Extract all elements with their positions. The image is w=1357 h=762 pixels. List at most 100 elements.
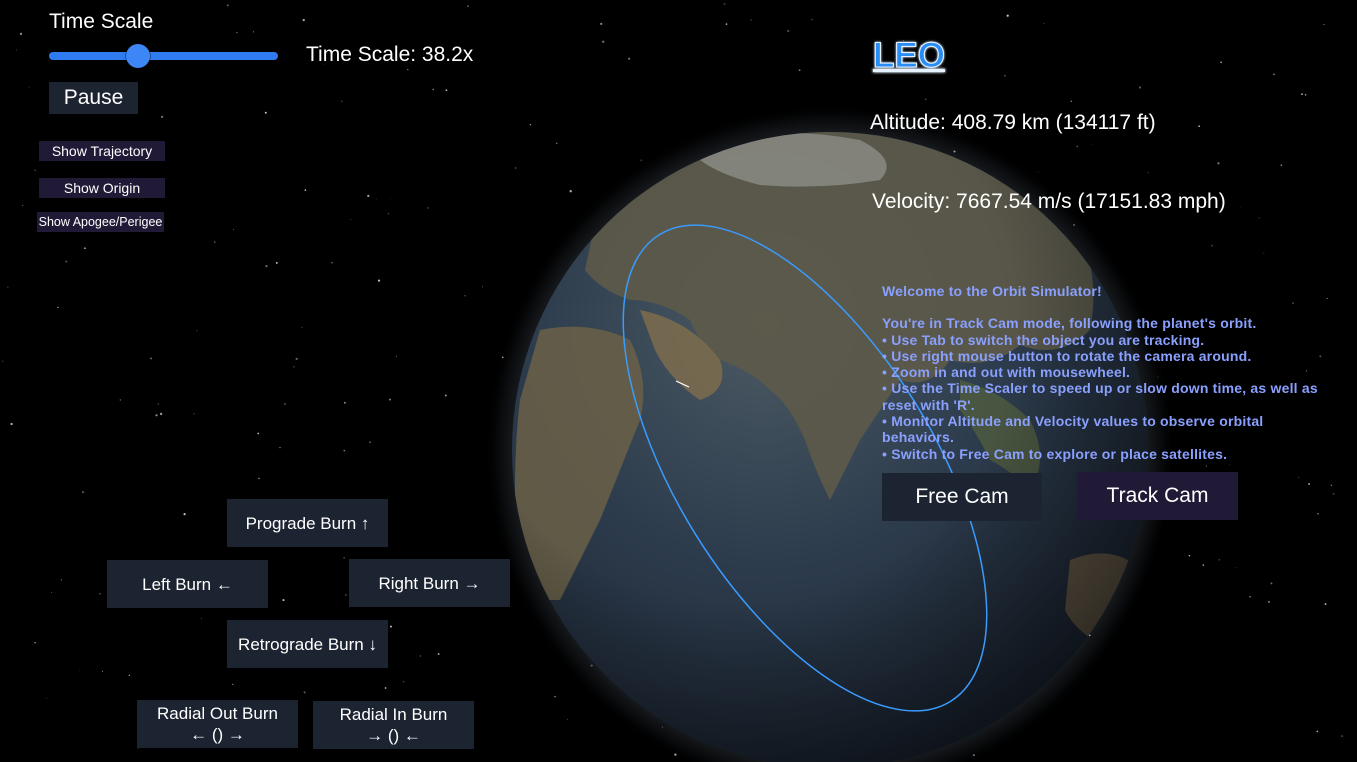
star bbox=[1070, 100, 1073, 103]
star bbox=[725, 92, 726, 93]
star bbox=[377, 279, 381, 282]
star bbox=[1270, 582, 1273, 585]
prograde-burn-button[interactable]: Prograde Burn ↑ bbox=[227, 499, 388, 547]
star bbox=[407, 68, 409, 71]
star bbox=[1273, 73, 1275, 76]
star bbox=[159, 412, 163, 416]
star bbox=[1267, 600, 1271, 604]
welcome-instructions: Welcome to the Orbit Simulator! You're i… bbox=[882, 283, 1332, 462]
star bbox=[265, 264, 268, 268]
star bbox=[60, 579, 62, 581]
star bbox=[402, 680, 405, 683]
star bbox=[390, 625, 392, 628]
star bbox=[343, 449, 346, 452]
star bbox=[340, 100, 343, 103]
star bbox=[344, 593, 347, 596]
star bbox=[750, 19, 752, 21]
star bbox=[1234, 567, 1236, 569]
star bbox=[1211, 245, 1213, 247]
star bbox=[1220, 61, 1222, 64]
welcome-tip: • Switch to Free Cam to explore or place… bbox=[882, 445, 1228, 462]
star bbox=[128, 674, 130, 676]
star bbox=[302, 18, 305, 22]
show-apogee-perigee-button[interactable]: Show Apogee/Perigee bbox=[37, 212, 164, 232]
welcome-tip: • Monitor Altitude and Velocity values t… bbox=[882, 413, 1264, 446]
star bbox=[1280, 164, 1283, 167]
show-origin-button[interactable]: Show Origin bbox=[39, 178, 165, 198]
star bbox=[464, 295, 466, 297]
star bbox=[303, 691, 306, 694]
star bbox=[10, 422, 13, 426]
star bbox=[1188, 554, 1191, 557]
star bbox=[193, 413, 195, 415]
star bbox=[723, 3, 726, 6]
right-burn-button[interactable]: Right Burn → bbox=[349, 559, 510, 607]
star bbox=[1091, 143, 1093, 145]
radial-in-burn-button[interactable]: Radial In Burn → () ← bbox=[313, 701, 474, 749]
star bbox=[566, 718, 569, 721]
show-trajectory-button[interactable]: Show Trajectory bbox=[39, 141, 165, 161]
star bbox=[1317, 513, 1319, 515]
star bbox=[84, 247, 86, 250]
welcome-title: Welcome to the Orbit Simulator! bbox=[882, 283, 1102, 299]
star bbox=[1298, 477, 1300, 478]
slider-track[interactable] bbox=[49, 52, 278, 60]
star bbox=[1043, 22, 1045, 24]
star bbox=[1249, 596, 1251, 598]
retrograde-burn-button[interactable]: Retrograde Burn ↓ bbox=[227, 620, 388, 668]
velocity-readout: Velocity: 7667.54 m/s (17151.83 mph) bbox=[872, 190, 1226, 213]
star bbox=[301, 326, 303, 328]
star bbox=[811, 18, 813, 21]
star bbox=[787, 29, 790, 33]
star bbox=[569, 190, 572, 193]
star bbox=[150, 357, 153, 360]
star bbox=[295, 357, 298, 361]
star bbox=[628, 57, 631, 60]
star bbox=[101, 670, 104, 672]
radial-in-label: Radial In Burn bbox=[339, 705, 448, 724]
star bbox=[924, 98, 927, 101]
star bbox=[344, 401, 346, 404]
star bbox=[1202, 564, 1205, 566]
star bbox=[444, 394, 447, 397]
star bbox=[432, 88, 435, 91]
star bbox=[437, 653, 440, 655]
left-burn-button[interactable]: Left Burn ← bbox=[107, 560, 268, 608]
star bbox=[1, 360, 4, 363]
star bbox=[798, 69, 801, 72]
star bbox=[1323, 23, 1325, 26]
star bbox=[384, 687, 387, 689]
star bbox=[375, 198, 377, 200]
welcome-tip: • Use Tab to switch the object you are t… bbox=[882, 331, 1205, 348]
star bbox=[331, 262, 333, 264]
star bbox=[1258, 217, 1260, 219]
star bbox=[201, 618, 202, 619]
star bbox=[51, 592, 53, 594]
star bbox=[389, 198, 391, 200]
star bbox=[514, 167, 517, 169]
star bbox=[419, 655, 421, 657]
star bbox=[119, 399, 121, 401]
star bbox=[367, 194, 370, 198]
star bbox=[157, 403, 159, 405]
star bbox=[1332, 493, 1335, 495]
star bbox=[236, 31, 238, 34]
star bbox=[226, 4, 229, 7]
time-scale-slider[interactable] bbox=[49, 44, 278, 68]
star bbox=[233, 229, 235, 231]
star bbox=[7, 286, 9, 288]
star bbox=[293, 366, 295, 368]
star bbox=[155, 414, 158, 417]
star bbox=[1301, 93, 1303, 96]
slider-thumb[interactable] bbox=[126, 44, 151, 68]
radial-out-burn-button[interactable]: Radial Out Burn ← () → bbox=[137, 700, 298, 748]
star bbox=[1304, 93, 1307, 96]
free-cam-button[interactable]: Free Cam bbox=[882, 473, 1042, 521]
star bbox=[389, 398, 391, 401]
pause-button[interactable]: Pause bbox=[49, 82, 138, 114]
star bbox=[34, 169, 36, 172]
star bbox=[427, 207, 429, 209]
track-cam-button[interactable]: Track Cam bbox=[1077, 472, 1238, 520]
star bbox=[183, 512, 186, 516]
